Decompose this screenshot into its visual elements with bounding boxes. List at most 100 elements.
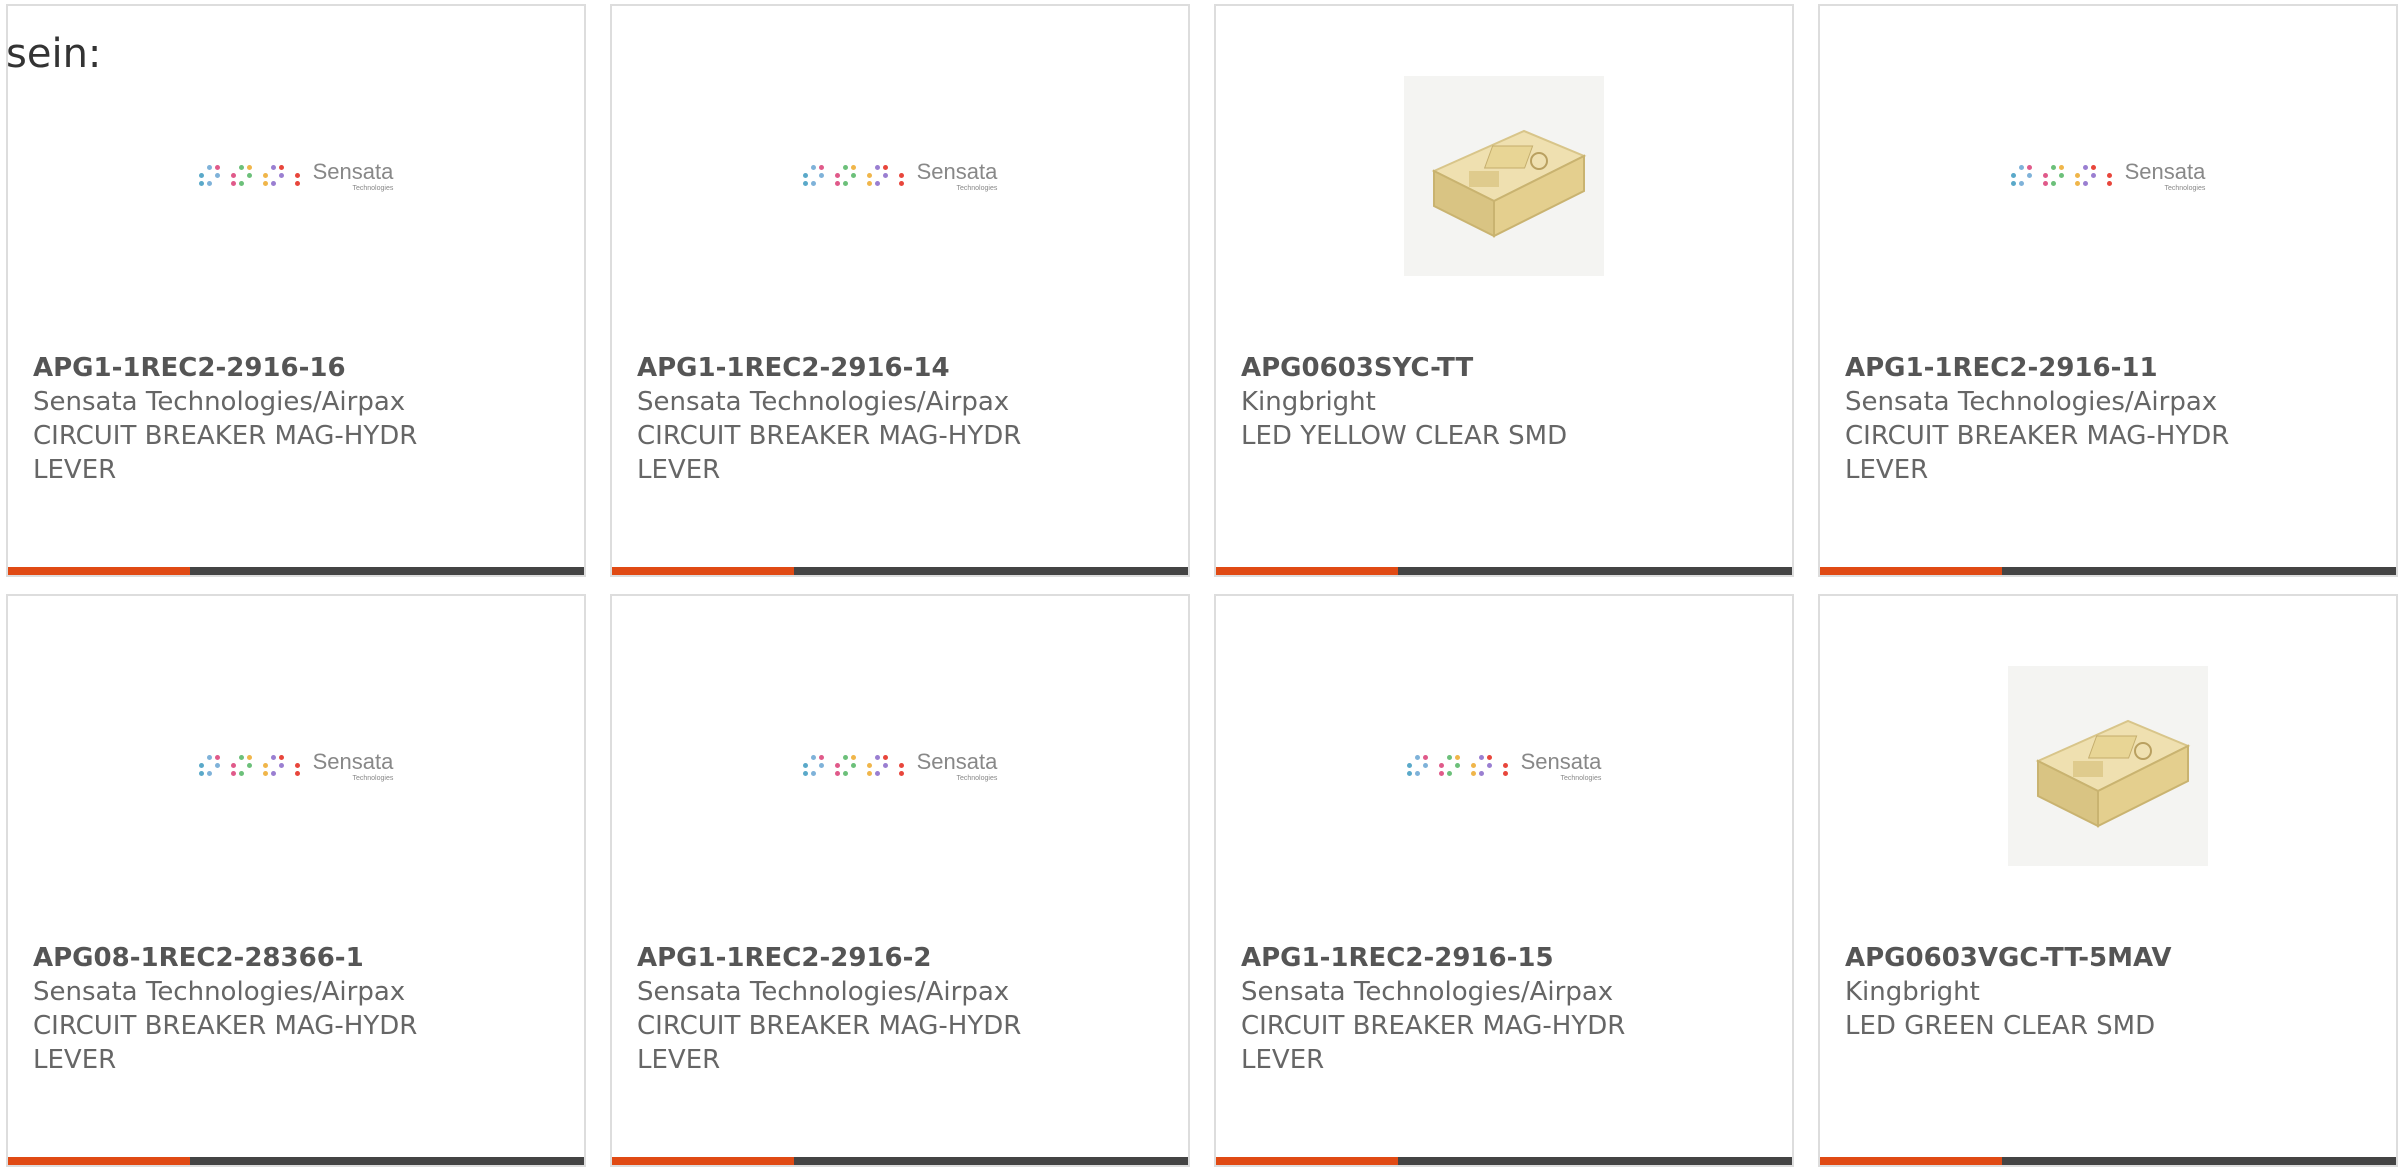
logo-dot <box>1463 771 1468 776</box>
logo-dot <box>835 755 840 760</box>
description-line-2: LEVER <box>33 1045 117 1075</box>
logo-dot <box>1487 771 1492 776</box>
logo-dot <box>891 165 896 170</box>
product-card[interactable]: Sensata Technologies APG1-1REC2-2916-2 S… <box>610 594 1190 1167</box>
sensata-logo: Sensata Technologies <box>802 158 998 192</box>
logo-dot <box>295 755 300 760</box>
logo-dot <box>214 173 220 178</box>
logo-tagline: Technologies <box>956 184 998 192</box>
logo-dot <box>2035 165 2040 170</box>
part-number[interactable]: APG0603SYC-TT <box>1241 351 1772 385</box>
manufacturer: Kingbright <box>1241 387 1376 417</box>
card-bar <box>8 1157 584 1165</box>
part-number[interactable]: APG1-1REC2-2916-15 <box>1241 941 1772 975</box>
logo-dot <box>2010 173 2016 178</box>
product-image[interactable]: Sensata Technologies <box>1820 66 2396 286</box>
logo-dot <box>818 763 824 768</box>
product-image[interactable]: Sensata Technologies <box>612 66 1188 286</box>
product-image[interactable] <box>1216 66 1792 286</box>
logo-dot <box>1406 763 1412 768</box>
logo-dots-icon <box>802 755 905 777</box>
logo-dot <box>246 173 252 178</box>
logo-dot <box>891 181 896 186</box>
description-line-1: CIRCUIT BREAKER MAG-HYDR <box>33 1011 418 1041</box>
logo-dot <box>2050 181 2056 186</box>
logo-dot <box>2042 181 2048 186</box>
product-card[interactable]: Sensata Technologies APG08-1REC2-28366-1… <box>6 594 586 1167</box>
description-line-1: CIRCUIT BREAKER MAG-HYDR <box>33 421 418 451</box>
logo-brand: Sensata <box>312 748 394 774</box>
logo-dot <box>246 763 252 768</box>
logo-dot <box>2059 181 2064 186</box>
product-image[interactable]: Sensata Technologies <box>8 66 584 286</box>
part-number[interactable]: APG1-1REC2-2916-2 <box>637 941 1168 975</box>
logo-dot <box>874 755 880 760</box>
product-card[interactable]: APG0603VGC-TT-5MAV Kingbright LED GREEN … <box>1818 594 2398 1167</box>
product-image[interactable]: Sensata Technologies <box>8 656 584 876</box>
logo-dot <box>214 755 220 760</box>
logo-dots-icon <box>198 755 301 777</box>
card-bar <box>1216 567 1792 575</box>
logo-dot <box>255 173 260 178</box>
product-card[interactable]: Sensata Technologies APG1-1REC2-2916-15 … <box>1214 594 1794 1167</box>
logo-dot <box>2091 181 2096 186</box>
logo-dot <box>818 173 824 178</box>
card-bar <box>612 1157 1188 1165</box>
logo-tagline: Technologies <box>956 774 998 782</box>
logo-dot <box>842 165 848 170</box>
logo-dot <box>2035 173 2040 178</box>
product-card[interactable]: Sensata Technologies APG1-1REC2-2916-11 … <box>1818 4 2398 577</box>
logo-dot <box>2099 173 2104 178</box>
part-number[interactable]: APG1-1REC2-2916-14 <box>637 351 1168 385</box>
logo-dot <box>2067 173 2072 178</box>
logo-dot <box>802 771 808 776</box>
logo-dot <box>230 181 236 186</box>
logo-dot <box>883 771 888 776</box>
card-bar-accent <box>1820 567 2002 575</box>
logo-dot <box>834 771 840 776</box>
logo-dot <box>2026 173 2032 178</box>
part-number[interactable]: APG08-1REC2-28366-1 <box>33 941 564 975</box>
product-card[interactable]: APG0603SYC-TT Kingbright LED YELLOW CLEA… <box>1214 4 1794 577</box>
logo-dot <box>294 771 300 776</box>
logo-dot <box>214 165 220 170</box>
logo-dot <box>206 771 212 776</box>
logo-dot <box>850 763 856 768</box>
logo-dot <box>199 165 204 170</box>
logo-dot <box>247 771 252 776</box>
product-image[interactable] <box>1820 656 2396 876</box>
logo-dot <box>827 173 832 178</box>
part-number[interactable]: APG1-1REC2-2916-11 <box>1845 351 2376 385</box>
logo-dot <box>206 755 212 760</box>
card-bar-accent <box>612 567 794 575</box>
logo-dot <box>198 181 204 186</box>
logo-dot <box>827 181 832 186</box>
logo-dot <box>834 763 840 768</box>
logo-brand: Sensata <box>916 748 998 774</box>
product-image[interactable]: Sensata Technologies <box>612 656 1188 876</box>
logo-dot <box>874 165 880 170</box>
logo-dot <box>2011 165 2016 170</box>
logo-dot <box>206 165 212 170</box>
logo-dot <box>2058 165 2064 170</box>
logo-dot <box>1438 763 1444 768</box>
logo-dot <box>1414 771 1420 776</box>
product-image[interactable]: Sensata Technologies <box>1216 656 1792 876</box>
part-number[interactable]: APG1-1REC2-2916-16 <box>33 351 564 385</box>
logo-dot <box>1486 755 1492 760</box>
product-card[interactable]: Sensata Technologies APG1-1REC2-2916-14 … <box>610 4 1190 577</box>
logo-dot <box>1503 755 1508 760</box>
logo-dot <box>842 771 848 776</box>
intro-text: sein: <box>6 31 102 77</box>
logo-dot <box>238 181 244 186</box>
led-yellow-icon <box>1431 129 1587 238</box>
logo-dot <box>1463 755 1468 760</box>
logo-dot <box>2075 165 2080 170</box>
logo-dot <box>247 181 252 186</box>
sensata-logo: Sensata Technologies <box>802 748 998 782</box>
logo-dot <box>2106 173 2112 178</box>
logo-dot <box>2018 181 2024 186</box>
product-card[interactable]: Sensata Technologies APG1-1REC2-2916-16 … <box>6 4 586 577</box>
logo-brand: Sensata <box>916 158 998 184</box>
part-number[interactable]: APG0603VGC-TT-5MAV <box>1845 941 2376 975</box>
